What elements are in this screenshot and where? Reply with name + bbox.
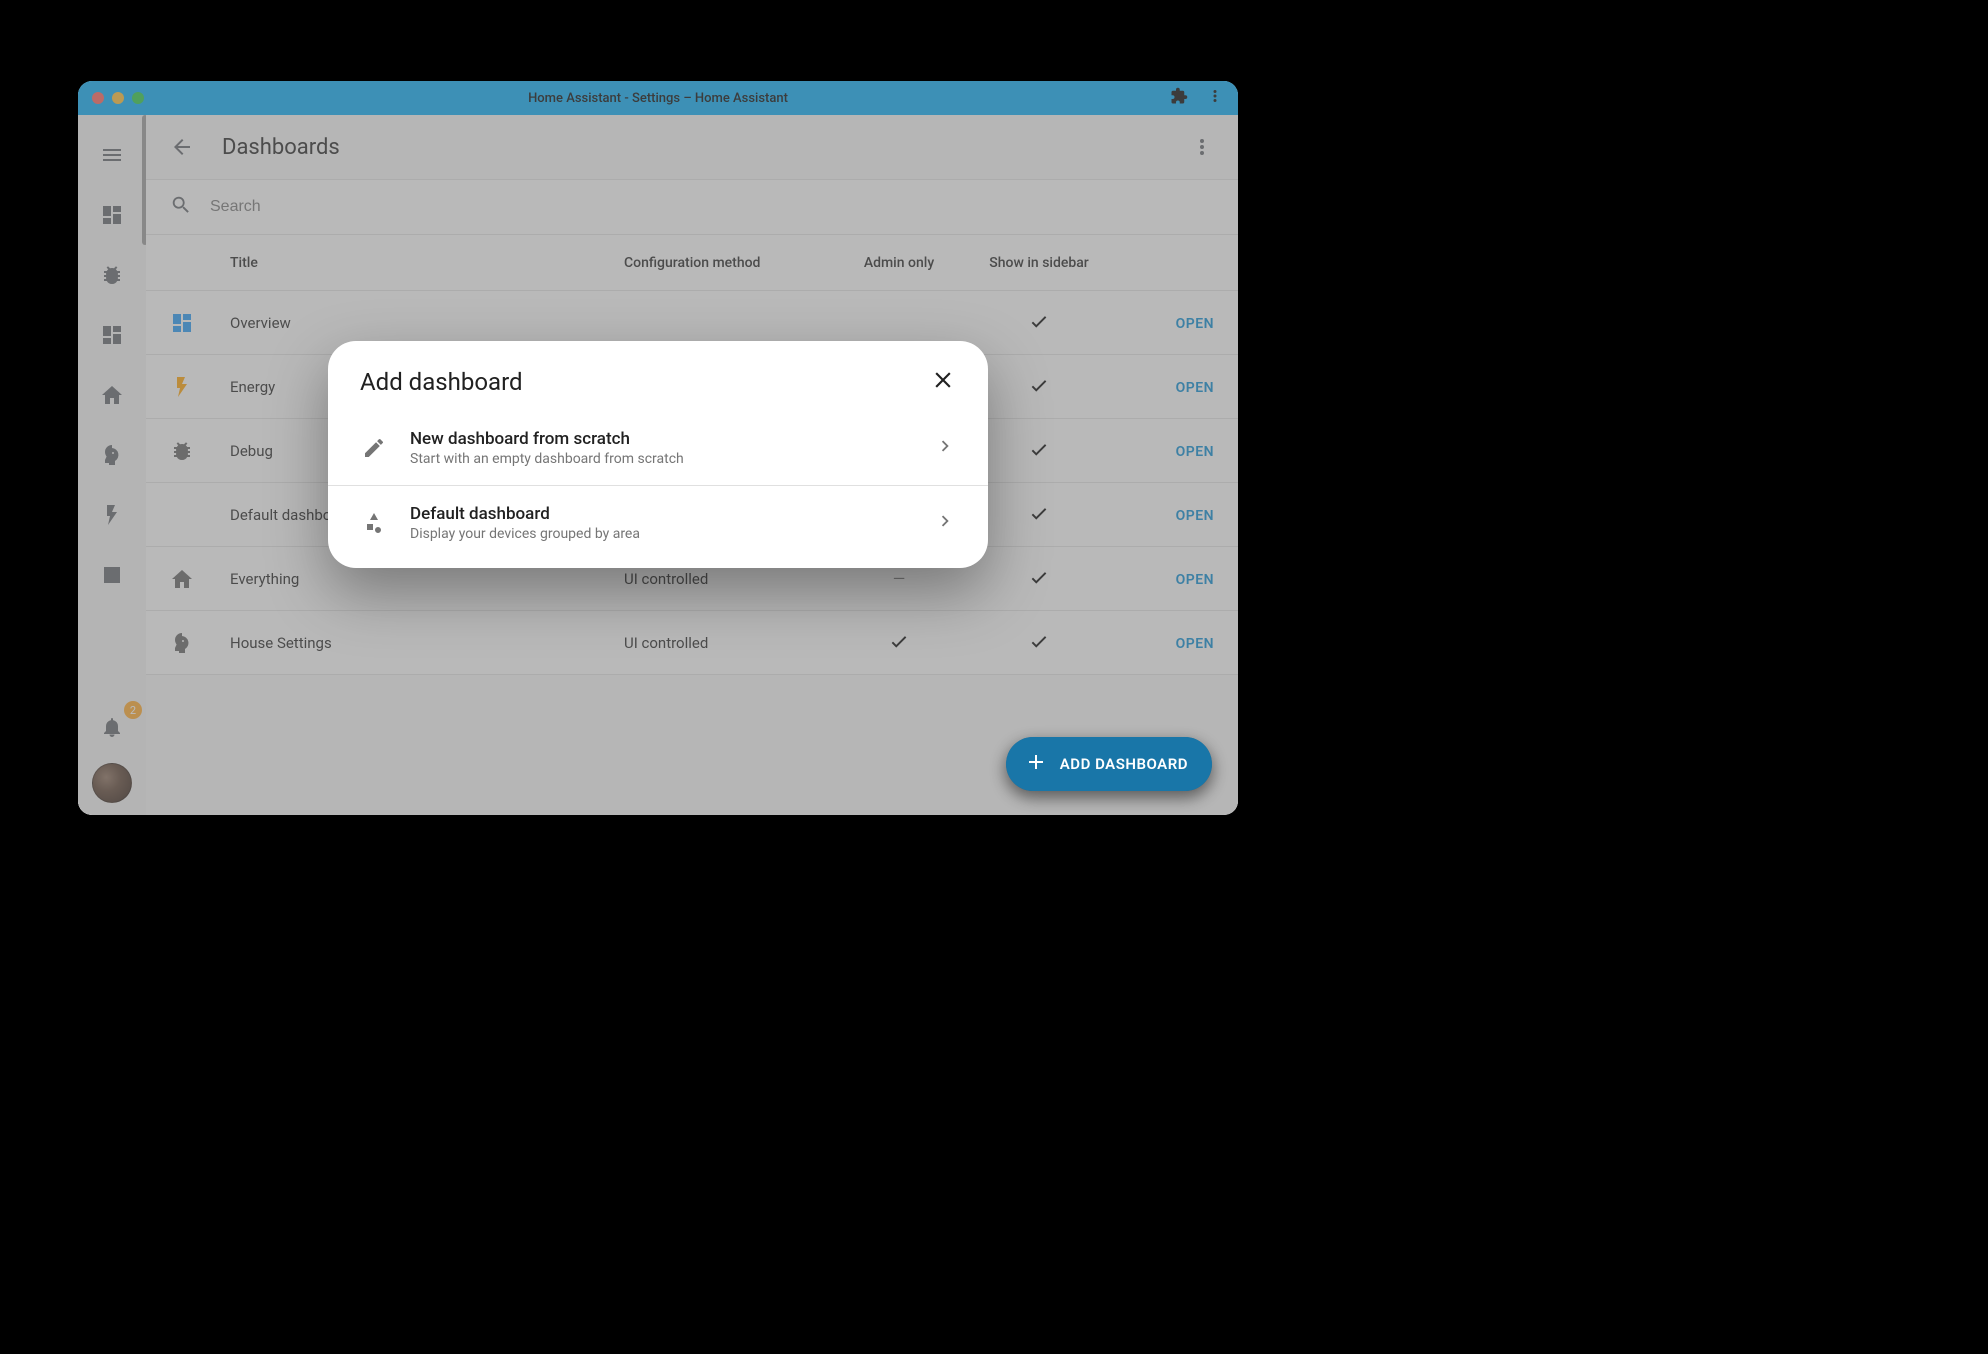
- dialog-option[interactable]: New dashboard from scratch Start with an …: [328, 411, 988, 485]
- add-dashboard-dialog: Add dashboard New dashboard from scratch…: [328, 341, 988, 568]
- dialog-option-title: Default dashboard: [410, 504, 912, 524]
- dialog-title: Add dashboard: [360, 368, 523, 396]
- add-dashboard-fab-top[interactable]: ADD DASHBOARD: [1006, 737, 1212, 791]
- fab-label: ADD DASHBOARD: [1060, 755, 1188, 773]
- pencil-icon: [360, 436, 388, 460]
- dialog-option-desc: Display your devices grouped by area: [410, 526, 912, 542]
- app-window: Home Assistant - Settings – Home Assista…: [78, 81, 1238, 815]
- plus-icon: [1024, 750, 1048, 778]
- dialog-option-title: New dashboard from scratch: [410, 429, 912, 449]
- chevron-right-icon: [934, 435, 956, 461]
- dialog-close-button[interactable]: [930, 367, 956, 397]
- close-icon: [930, 378, 956, 397]
- shapes-icon: [360, 511, 388, 535]
- chevron-right-icon: [934, 510, 956, 536]
- dialog-option-desc: Start with an empty dashboard from scrat…: [410, 451, 912, 467]
- dialog-option[interactable]: Default dashboard Display your devices gr…: [328, 485, 988, 568]
